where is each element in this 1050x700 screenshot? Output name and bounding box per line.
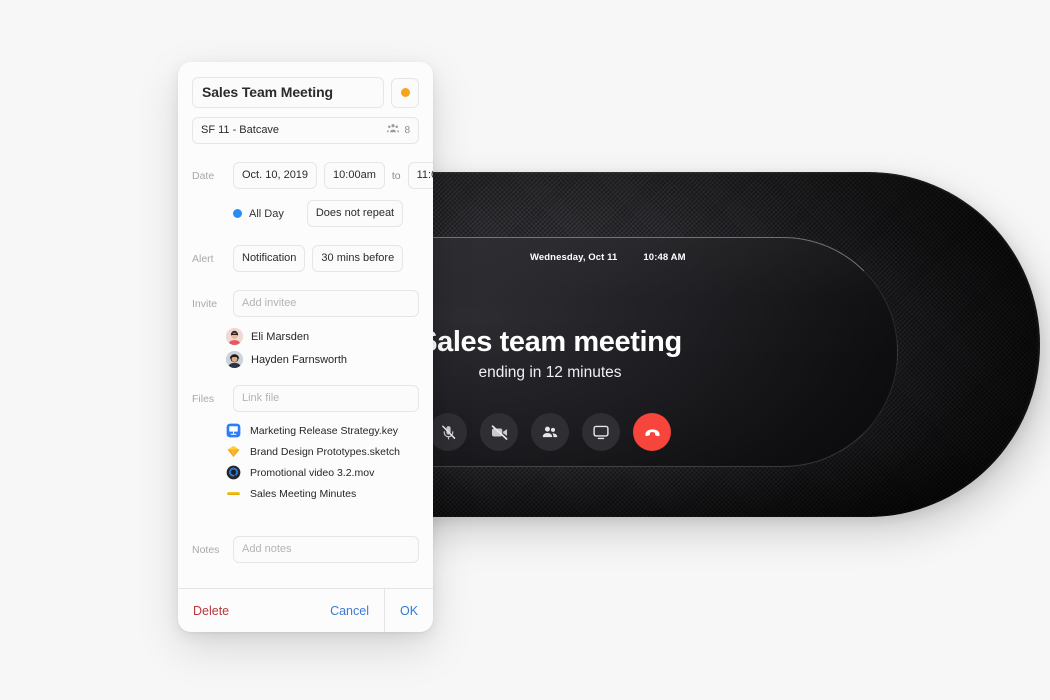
microphone-muted-icon <box>440 424 457 441</box>
avatar <box>226 328 243 345</box>
link-file-input[interactable]: Link file <box>233 385 419 412</box>
list-item[interactable]: Sales Meeting Minutes <box>178 483 433 504</box>
list-item[interactable]: Eli Marsden <box>178 325 433 348</box>
footer-main-actions: Delete Cancel <box>178 589 385 632</box>
alert-label: Alert <box>192 252 214 265</box>
attendee-name: Eli Marsden <box>251 330 310 343</box>
ok-button[interactable]: OK <box>400 604 418 618</box>
file-name: Promotional video 3.2.mov <box>250 466 375 479</box>
status-date: Wednesday, Oct 11 <box>530 252 618 263</box>
event-editor-card: Sales Team Meeting SF 11 - Batcave 8 Dat… <box>178 62 433 632</box>
stop-video-button[interactable] <box>480 413 518 451</box>
event-alert-row: Alert Notification 30 mins before <box>178 245 433 272</box>
alert-type-select[interactable]: Notification <box>233 245 306 272</box>
status-time: 10:48 AM <box>643 252 686 263</box>
room-capacity-value: 8 <box>404 125 410 136</box>
event-color-badge[interactable] <box>391 77 419 108</box>
avatar <box>226 351 243 368</box>
file-name: Marketing Release Strategy.key <box>250 424 399 437</box>
screen-share-icon <box>592 423 610 441</box>
end-call-button[interactable] <box>633 413 671 451</box>
quicktime-file-icon <box>226 465 241 480</box>
start-time-input[interactable]: 10:00am <box>324 162 385 189</box>
notes-label: Notes <box>192 543 220 556</box>
sketch-file-icon <box>226 444 241 459</box>
file-name: Brand Design Prototypes.sketch <box>250 445 400 458</box>
date-input[interactable]: Oct. 10, 2019 <box>233 162 318 189</box>
invite-label: Invite <box>192 297 218 310</box>
cancel-button[interactable]: Cancel <box>330 604 369 618</box>
room-select[interactable]: SF 11 - Batcave 8 <box>192 117 419 144</box>
event-room-row: SF 11 - Batcave 8 <box>178 108 433 144</box>
mute-microphone-button[interactable] <box>429 413 467 451</box>
color-dot-icon <box>400 88 410 97</box>
keynote-file-icon <box>226 423 241 438</box>
repeat-select[interactable]: Does not repeat <box>306 200 404 227</box>
room-name: SF 11 - Batcave <box>201 124 280 136</box>
date-label: Date <box>192 169 215 182</box>
time-range-separator: to <box>391 169 401 182</box>
video-camera-muted-icon <box>490 423 509 442</box>
event-invite-row: Invite Add invitee <box>178 290 433 317</box>
all-day-radio[interactable] <box>233 209 242 218</box>
notes-input[interactable]: Add notes <box>233 536 419 563</box>
people-icon <box>387 123 400 138</box>
event-files-row: Files Link file <box>178 385 433 412</box>
share-screen-button[interactable] <box>582 413 620 451</box>
event-notes-row: Notes Add notes <box>178 536 433 563</box>
notes-file-icon <box>226 486 241 501</box>
attendee-name: Hayden Farnsworth <box>251 353 347 366</box>
people-icon <box>541 423 559 441</box>
phone-hangup-icon <box>643 423 662 442</box>
footer-confirm-section: OK <box>385 589 433 632</box>
device-stage: Wednesday, Oct 11 10:48 AM Sales team me… <box>0 0 1050 700</box>
event-card-footer: Delete Cancel OK <box>178 588 433 632</box>
all-day-row: All Day Does not repeat <box>178 189 433 227</box>
alert-timing-select[interactable]: 30 mins before <box>312 245 404 272</box>
end-time-input[interactable]: 11:00am <box>407 162 433 189</box>
list-item[interactable]: Hayden Farnsworth <box>178 348 433 371</box>
delete-button[interactable]: Delete <box>193 604 229 618</box>
participants-button[interactable] <box>531 413 569 451</box>
file-name: Sales Meeting Minutes <box>250 487 357 500</box>
room-capacity: 8 <box>387 123 410 138</box>
list-item[interactable]: Brand Design Prototypes.sketch <box>178 441 433 462</box>
event-date-row: Date Oct. 10, 2019 10:00am to 11:00am <box>178 162 433 189</box>
all-day-label: All Day <box>249 207 284 220</box>
event-title-input[interactable]: Sales Team Meeting <box>192 77 384 108</box>
screen-status-bar: Wednesday, Oct 11 10:48 AM <box>530 252 686 263</box>
event-title-row: Sales Team Meeting <box>178 62 433 108</box>
event-card-body: Sales Team Meeting SF 11 - Batcave 8 Dat… <box>178 62 433 588</box>
files-label: Files <box>192 392 215 405</box>
invite-input[interactable]: Add invitee <box>233 290 419 317</box>
list-item[interactable]: Marketing Release Strategy.key <box>178 420 433 441</box>
list-item[interactable]: Promotional video 3.2.mov <box>178 462 433 483</box>
